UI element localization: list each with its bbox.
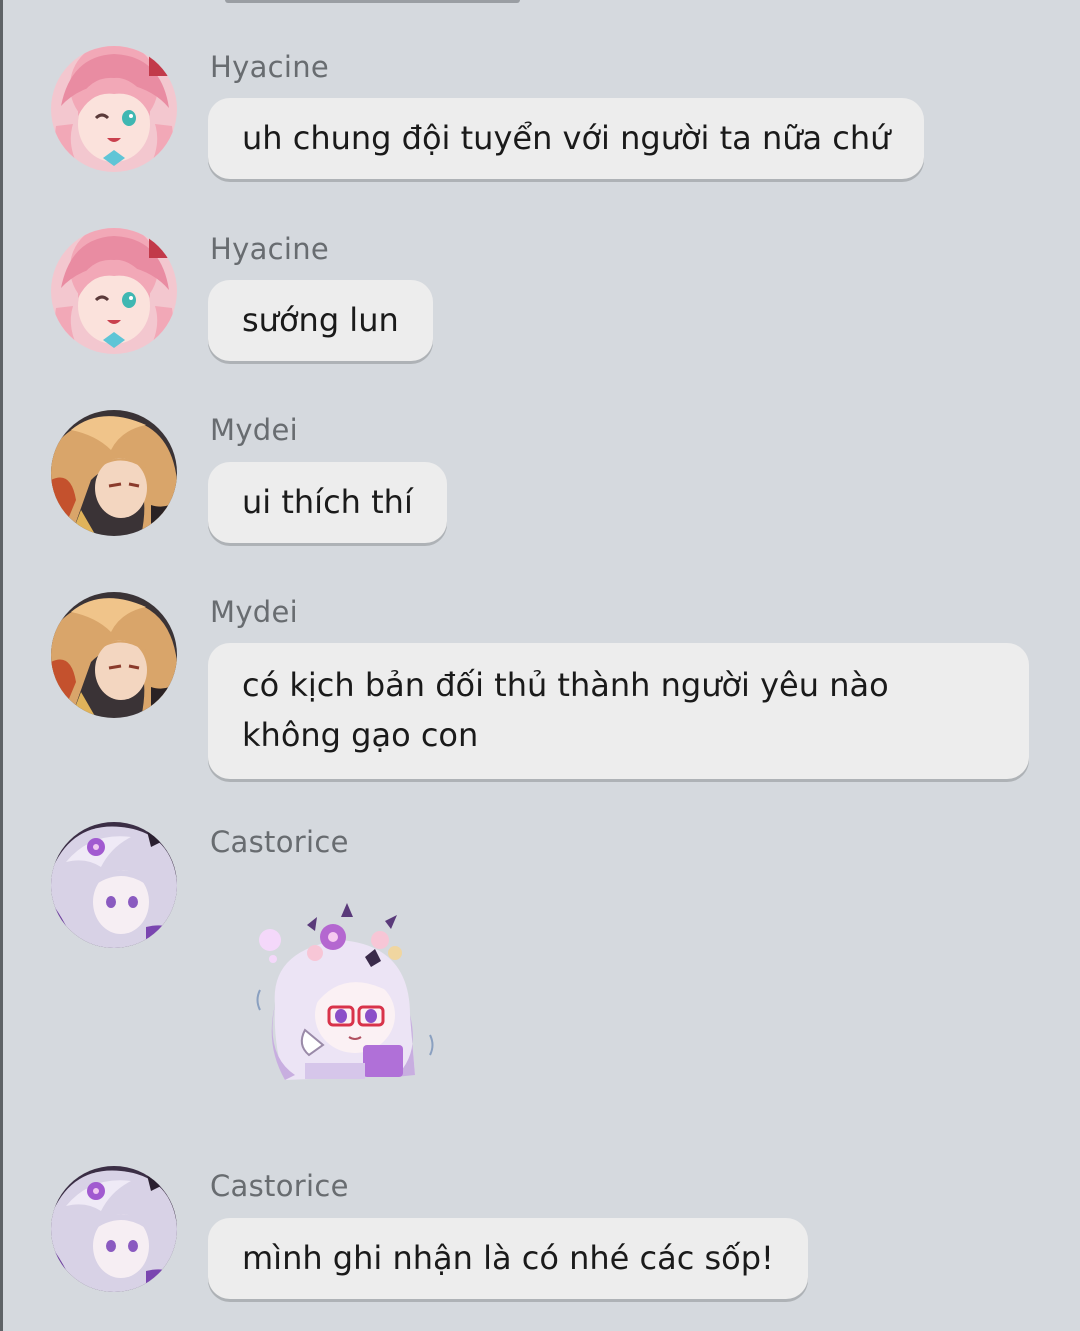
mydei-avatar[interactable] [51,410,177,536]
sender-name: Castorice [210,1169,349,1203]
castorice-avatar[interactable] [51,822,177,948]
message-bubble[interactable]: sướng lun [208,280,433,361]
previous-message-edge [225,0,520,3]
mydei-avatar[interactable] [51,592,177,718]
message-bubble[interactable]: mình ghi nhận là có nhé các sốp! [208,1218,808,1299]
message-bubble[interactable]: có kịch bản đối thủ thành người yêu nào … [208,643,1029,779]
sender-name: Castorice [210,825,349,859]
castorice-avatar[interactable] [51,1166,177,1292]
message-bubble[interactable]: ui thích thí [208,462,447,543]
sender-name: Hyacine [210,232,330,266]
message-bubble[interactable]: uh chung đội tuyển với người ta nữa chứ [208,98,925,179]
sender-name: Hyacine [210,50,330,84]
sender-name: Mydei [210,595,298,629]
sender-name: Mydei [210,413,298,447]
castorice-chibi-sticker[interactable] [245,895,445,1095]
window-edge [0,0,3,1331]
hyacine-avatar[interactable] [51,46,177,172]
hyacine-avatar[interactable] [51,228,177,354]
